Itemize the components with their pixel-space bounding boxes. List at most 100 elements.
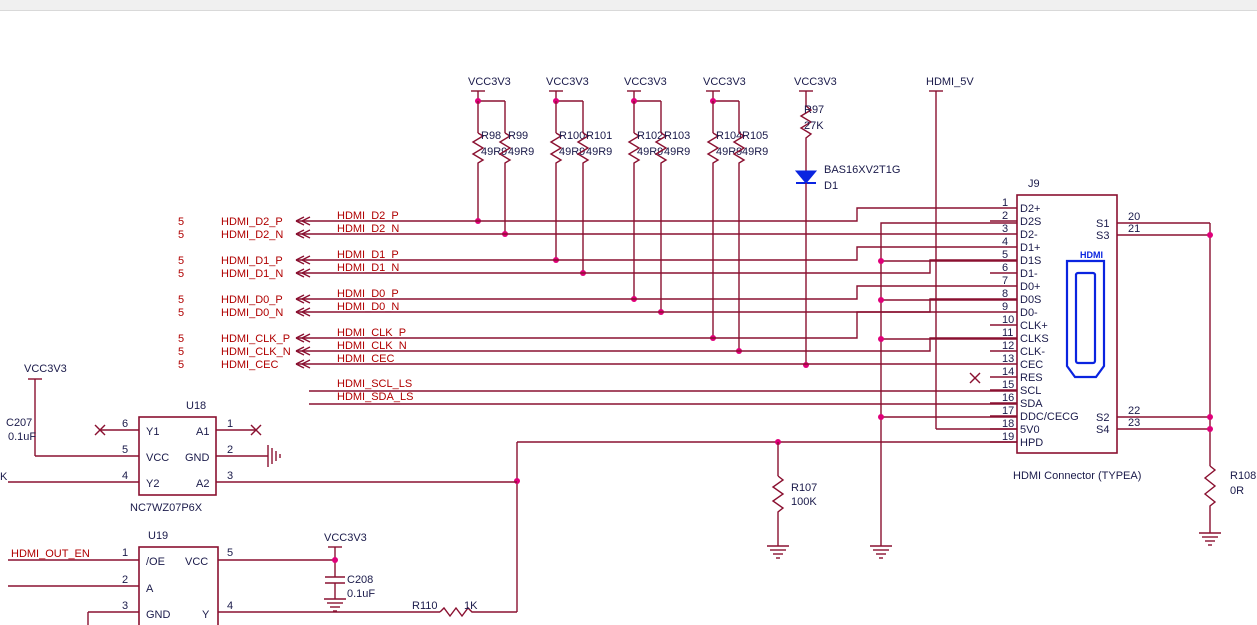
connector-pin-number: 8 <box>1002 288 1008 300</box>
connector-pin-number: 6 <box>1002 262 1008 274</box>
hdmi-5v-label: HDMI_5V <box>926 76 974 88</box>
resistor-value: 49R9 <box>508 146 534 158</box>
svg-text:4: 4 <box>227 600 233 612</box>
port-label: HDMI_D2_N <box>221 229 283 241</box>
net-label: HDMI_D1_N <box>337 262 399 274</box>
svg-text:1: 1 <box>227 418 233 430</box>
c207-ref: C207 <box>6 417 32 429</box>
ground-icon <box>324 598 346 612</box>
net-label: HDMI_D0_N <box>337 301 399 313</box>
ground-icon <box>1199 532 1221 546</box>
svg-text:1: 1 <box>122 547 128 559</box>
u18-buffer: U18 NC7WZ07P6X Y1 VCC Y2 A1 GND A2 6 5 4… <box>0 400 517 514</box>
connector-pin-number: 11 <box>1002 327 1013 339</box>
vcc-label: VCC3V3 <box>794 76 837 88</box>
sheet-number: 5 <box>178 229 184 241</box>
connector-pin-name: D2+ <box>1020 203 1041 215</box>
c208-ref: C208 <box>347 574 373 586</box>
connector-pin-name: D0S <box>1020 294 1041 306</box>
no-connect-icon <box>969 372 981 384</box>
connector-pin-number: 16 <box>1002 392 1014 404</box>
sheet-number: 5 <box>178 333 184 345</box>
svg-text:VCC: VCC <box>146 452 169 464</box>
connector-pin-name: SCL <box>1020 385 1041 397</box>
svg-text:A1: A1 <box>196 426 209 438</box>
net-label: HDMI_D0_P <box>337 288 399 300</box>
c208-value: 0.1uF <box>347 588 375 600</box>
ground-icon <box>767 545 789 559</box>
resistor-ref: R98 <box>481 130 501 142</box>
r97-ref: R97 <box>804 104 824 116</box>
connector-pin-number: 14 <box>1002 366 1014 378</box>
net-sda: HDMI_SDA_LS <box>337 391 413 403</box>
connector-pin-number: 9 <box>1002 301 1008 313</box>
connector-pin-name: D1+ <box>1020 242 1041 254</box>
connector-pin-number: 4 <box>1002 236 1008 248</box>
shield-pin-number: 23 <box>1128 417 1140 429</box>
resistor-value: 49R9 <box>664 146 690 158</box>
r110-value: 1K <box>464 600 478 612</box>
svg-text:6: 6 <box>122 418 128 430</box>
connector-pin-name: CLK+ <box>1020 320 1048 332</box>
diode-part: BAS16XV2T1G <box>824 164 900 176</box>
connector-pin-number: 15 <box>1002 379 1014 391</box>
svg-text:VCC: VCC <box>185 556 208 568</box>
svg-text:2: 2 <box>227 444 233 456</box>
sheet-number: 5 <box>178 255 184 267</box>
signal-nets: 5 HDMI_D2_P HDMI_D2_P 5 HDMI_D2_N HDMI_D2_N 5 H… <box>178 207 990 371</box>
port-label: HDMI_D0_N <box>221 307 283 319</box>
connector-pin-name: HPD <box>1020 437 1043 449</box>
connector-pin-number: 7 <box>1002 275 1008 287</box>
c207-value: 0.1uF <box>8 431 36 443</box>
net-scl: HDMI_SCL_LS <box>337 378 412 390</box>
connector-pin-number: 12 <box>1002 340 1014 352</box>
svg-text:A: A <box>146 583 154 595</box>
connector-pin-name: DDC/CECG <box>1020 411 1079 423</box>
signal-wire <box>296 259 990 274</box>
resistor-ref: R103 <box>664 130 690 142</box>
r110-ref: R110 <box>412 600 437 612</box>
svg-text:5: 5 <box>227 547 233 559</box>
j9-ref: J9 <box>1028 178 1040 190</box>
connector-pin-number: 19 <box>1002 431 1014 443</box>
vcc-flags-top: VCC3V3 VCC3V3 VCC3V3 VCC3V3 VCC3V3 HDMI_… <box>468 76 974 92</box>
vcc-label: VCC3V3 <box>24 363 67 375</box>
r97-value: 27K <box>804 120 824 132</box>
diode-ref: D1 <box>824 180 838 192</box>
svg-text:4: 4 <box>122 470 128 482</box>
svg-text:GND: GND <box>185 452 210 464</box>
hpd-net: R107 100K <box>514 439 1017 612</box>
u19-buffer: U19 /OE A GND VCC Y 1 2 3 5 4 R110 1K HD… <box>8 530 517 625</box>
ground-icon <box>267 445 281 467</box>
svg-text:HDMI: HDMI <box>1080 250 1103 260</box>
r107-ref: R107 <box>791 482 817 494</box>
connector-pin-name: CLK- <box>1020 346 1045 358</box>
signal-wire <box>296 207 990 222</box>
connector-pin-name: D1- <box>1020 268 1038 280</box>
shield-pin-number: 21 <box>1128 223 1140 235</box>
sheet-number: 5 <box>178 268 184 280</box>
c207-vcc: VCC3V3 C207 0.1uF <box>6 363 67 456</box>
connector-pin-number: 18 <box>1002 418 1014 430</box>
port-label: HDMI_D1_P <box>221 255 283 267</box>
r108-value: 0R <box>1230 485 1244 497</box>
hdmi-schematic: J9 HDMI Connector (TYPEA) HDMI 1 D2+ 2 D2S 3… <box>0 76 1256 625</box>
vcc-label: VCC3V3 <box>546 76 589 88</box>
connector-pin-number: 1 <box>1002 197 1008 209</box>
net-label: HDMI_D1_P <box>337 249 399 261</box>
shield-pin-name: S3 <box>1096 230 1109 242</box>
port-label: HDMI_CLK_N <box>221 346 291 358</box>
port-label: HDMI_D1_N <box>221 268 283 280</box>
diode-icon <box>794 170 818 184</box>
vcc-label: VCC3V3 <box>324 532 367 544</box>
svg-text:3: 3 <box>122 600 128 612</box>
vcc-label: VCC3V3 <box>624 76 667 88</box>
connector-pin-number: 17 <box>1002 405 1014 417</box>
edge-fragment: K <box>0 471 8 483</box>
u18-part: NC7WZ07P6X <box>130 502 203 514</box>
shield-pin-name: S2 <box>1096 412 1109 424</box>
r108-ref: R108 <box>1230 470 1256 482</box>
connector-pin-number: 2 <box>1002 210 1008 222</box>
port-label: HDMI_CEC <box>221 359 279 371</box>
r107-value: 100K <box>791 496 817 508</box>
